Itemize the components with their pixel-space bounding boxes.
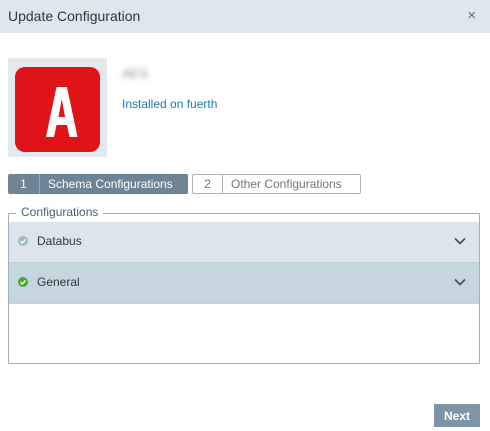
configurations-legend: Configurations xyxy=(16,205,104,219)
step-number: 2 xyxy=(193,175,223,193)
app-logo-icon xyxy=(15,67,100,152)
step-label: Other Configurations xyxy=(231,177,342,191)
chevron-down-icon[interactable] xyxy=(453,277,467,287)
check-circle-icon xyxy=(18,277,28,287)
config-row-general[interactable]: General xyxy=(9,263,479,304)
app-name: AES xyxy=(122,66,149,81)
step-other-configurations[interactable]: 2 Other Configurations xyxy=(192,174,361,194)
app-icon-tile xyxy=(8,58,107,157)
close-icon[interactable]: × xyxy=(467,7,476,24)
next-button[interactable]: Next xyxy=(434,404,480,427)
config-row-databus[interactable]: Databus xyxy=(9,222,479,263)
step-number: 1 xyxy=(8,174,40,194)
chevron-down-icon[interactable] xyxy=(453,236,467,246)
app-logo-letter-icon xyxy=(46,87,78,137)
installed-on-text: Installed on fuerth xyxy=(122,97,218,111)
step-label: Schema Configurations xyxy=(48,177,173,191)
config-row-label: Databus xyxy=(37,234,82,248)
step-schema-configurations[interactable]: 1 Schema Configurations xyxy=(8,174,188,194)
dialog-title: Update Configuration xyxy=(8,8,141,24)
dialog-titlebar: Update Configuration × xyxy=(0,0,490,33)
check-circle-icon xyxy=(18,236,28,246)
config-row-label: General xyxy=(37,275,80,289)
